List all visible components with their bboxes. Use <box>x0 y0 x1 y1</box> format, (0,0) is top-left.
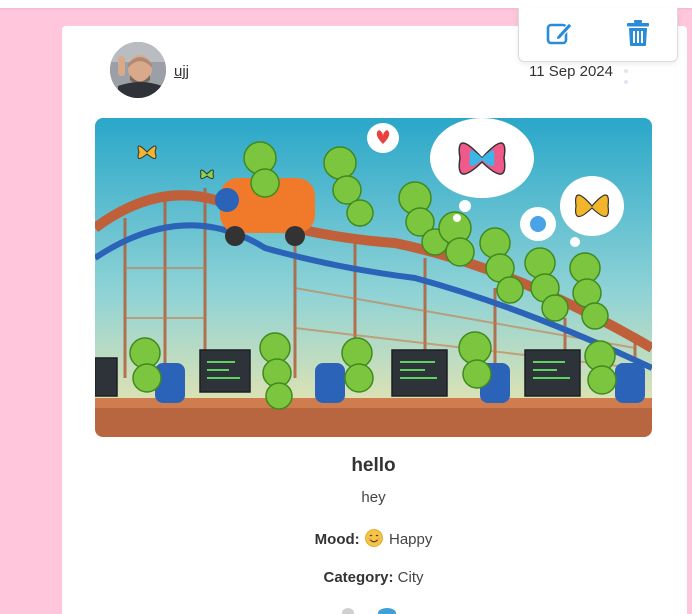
mood-value: Happy <box>388 531 433 548</box>
mood-label: Mood: <box>314 531 360 548</box>
trash-icon <box>627 20 649 46</box>
post-image <box>95 118 652 437</box>
edit-button[interactable] <box>544 18 574 48</box>
post-actions-menu <box>518 8 678 62</box>
avatar-photo <box>110 42 166 98</box>
top-bar <box>0 0 692 8</box>
category-label: Category: <box>323 569 394 586</box>
smiling-face-icon <box>364 529 383 547</box>
edit-icon <box>546 22 573 45</box>
avatar[interactable] <box>110 42 166 98</box>
post-category: Category: City <box>95 569 652 586</box>
post-date: 11 Sep 2024 <box>529 63 613 80</box>
post-mood: Mood: Happy <box>95 529 652 548</box>
reaction-icon[interactable] <box>378 608 396 614</box>
delete-button[interactable] <box>623 18 653 48</box>
post-body: hey <box>361 489 386 506</box>
post-title: hello <box>351 455 396 476</box>
category-value: City <box>397 569 424 586</box>
reaction-icon-secondary[interactable] <box>342 608 354 614</box>
author-name[interactable]: ujj <box>174 63 189 80</box>
